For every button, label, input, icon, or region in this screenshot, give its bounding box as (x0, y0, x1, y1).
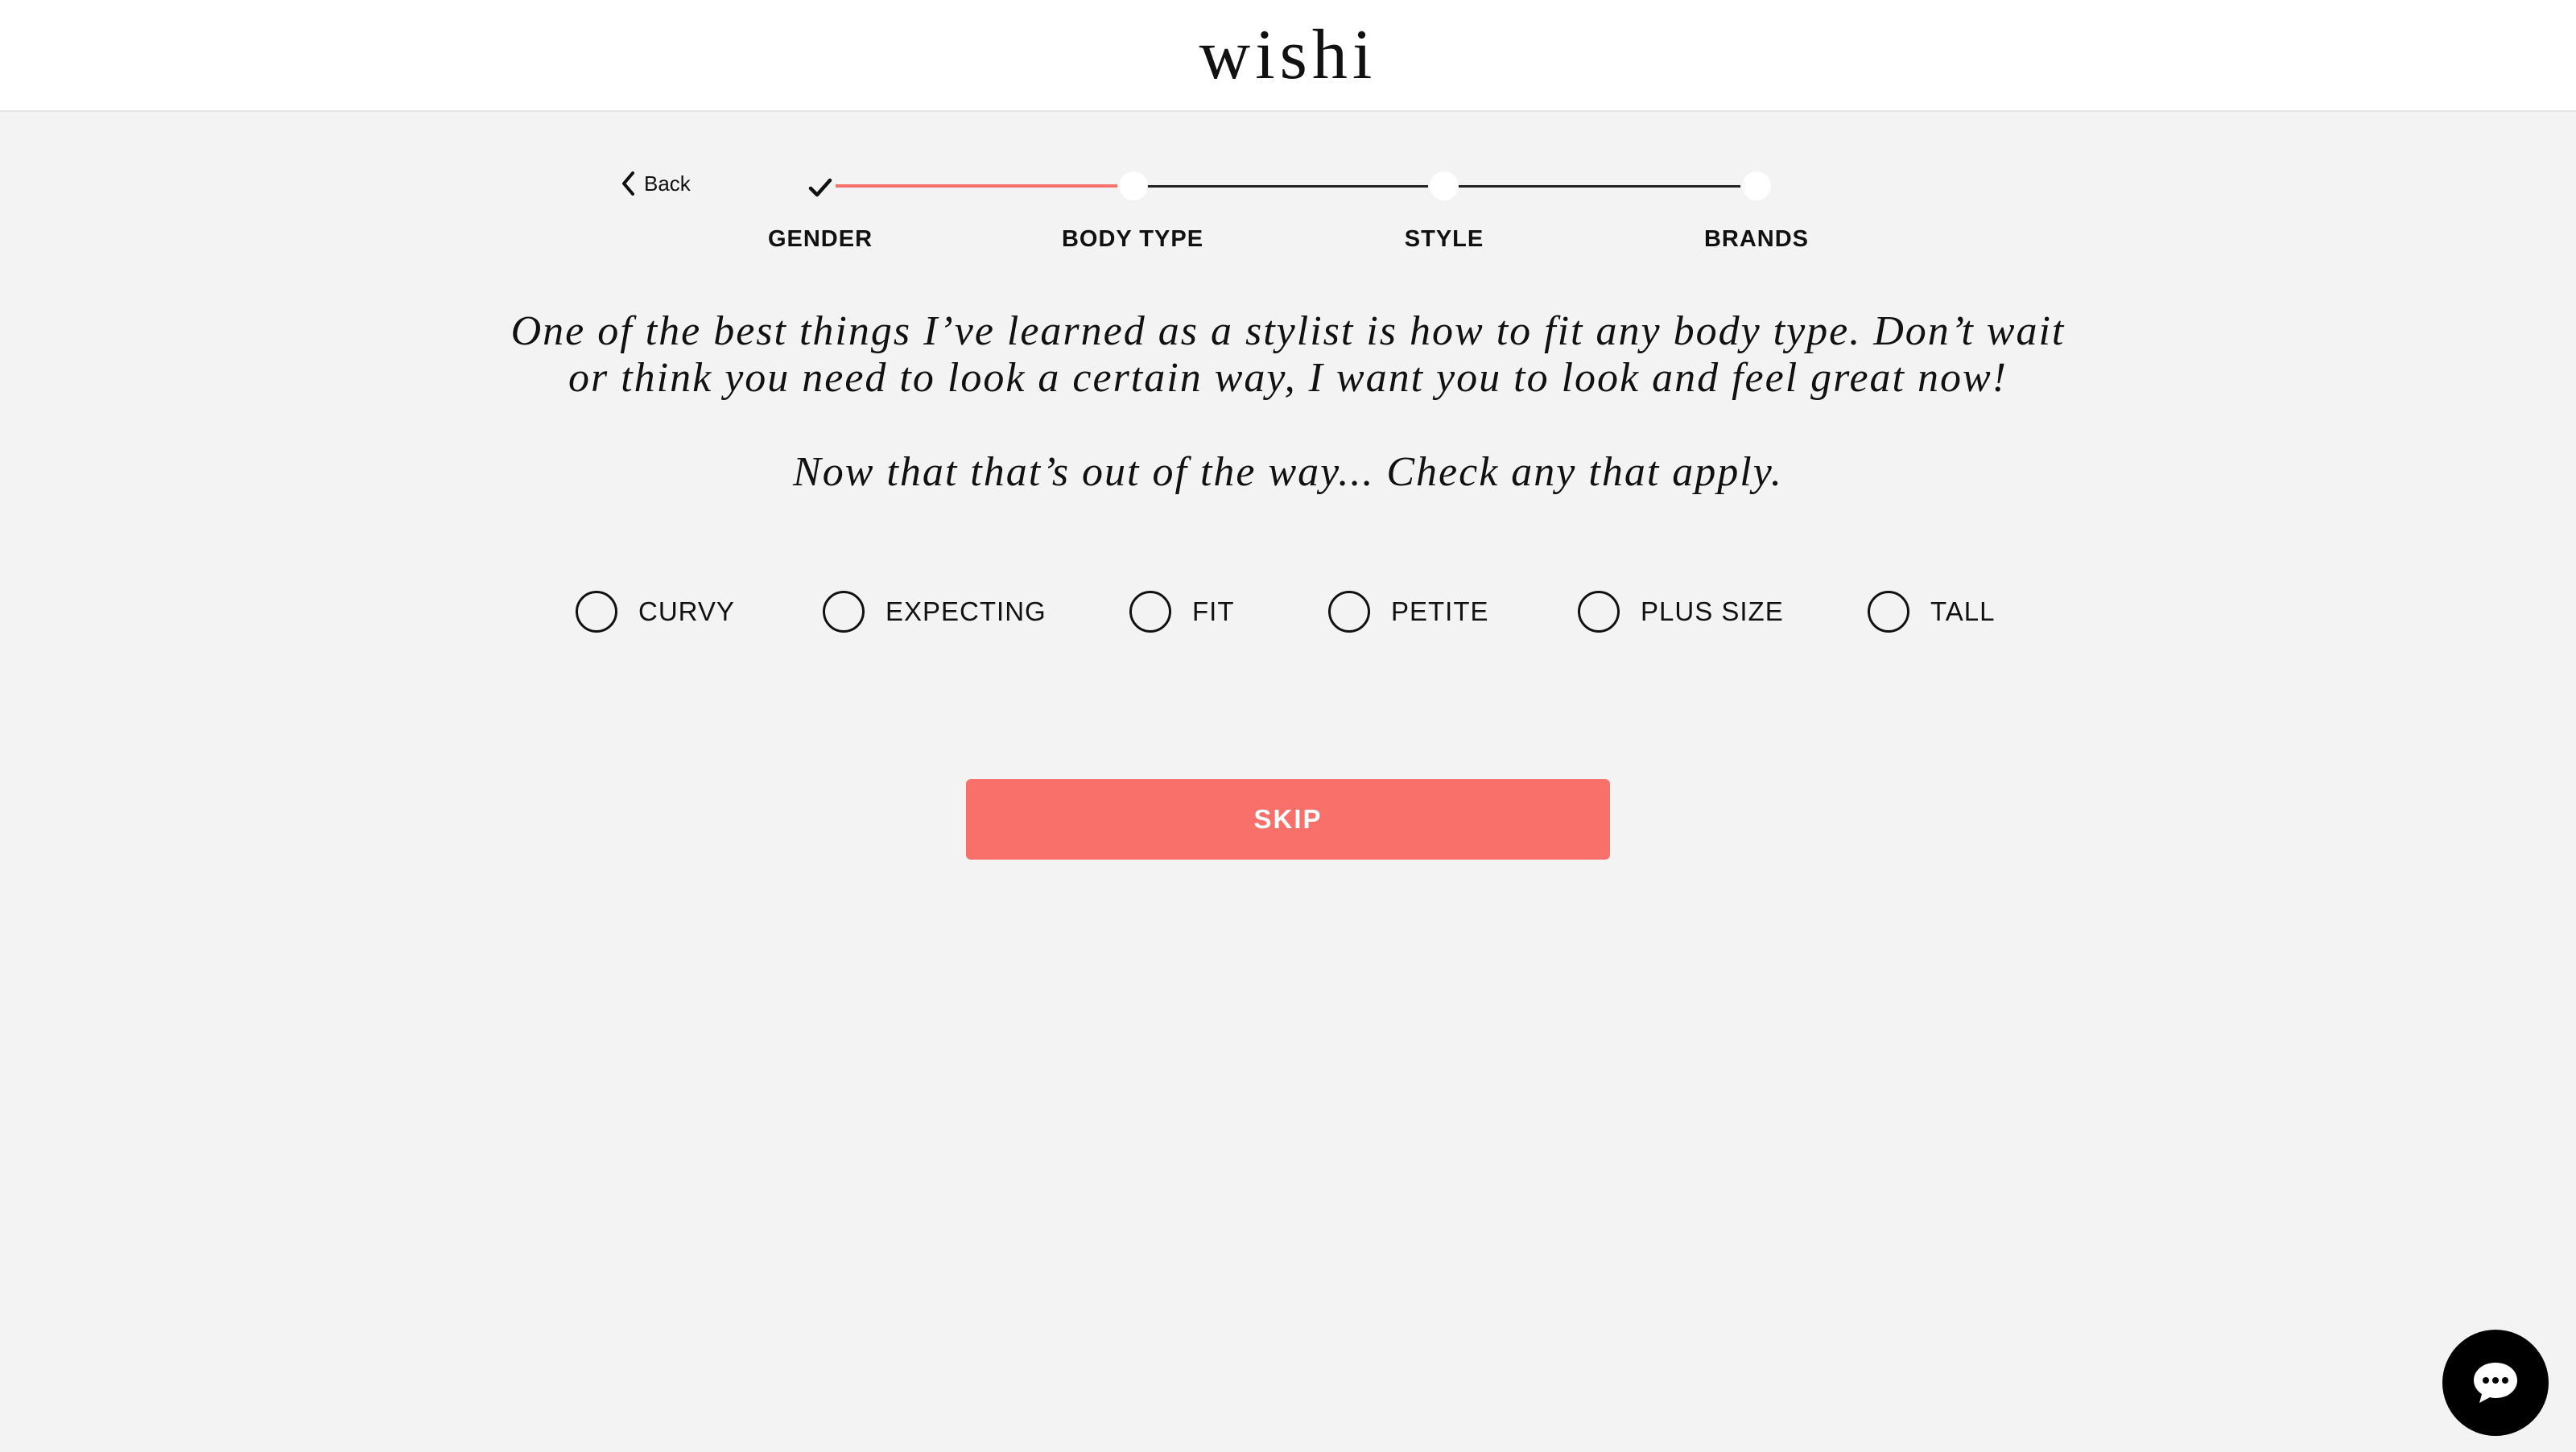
step-label-style: STYLE (1404, 226, 1484, 252)
option-plus-size[interactable]: PLUS SIZE (1578, 590, 1784, 633)
option-label: PLUS SIZE (1641, 596, 1784, 626)
chat-button[interactable] (2442, 1330, 2549, 1436)
radio-circle[interactable] (1129, 591, 1171, 633)
option-tall[interactable]: TALL (1868, 590, 1995, 633)
back-label: Back (644, 171, 691, 196)
radio-circle[interactable] (1578, 591, 1620, 633)
option-fit[interactable]: FIT (1129, 590, 1234, 633)
stepper-line-pending (1135, 185, 1428, 188)
option-curvy[interactable]: CURVY (576, 590, 735, 633)
chat-bubble-icon (2474, 1363, 2517, 1403)
radio-circle[interactable] (1328, 591, 1370, 633)
prompt-text: Now that that’s out of the way... Check … (793, 449, 1783, 495)
step-dot-body-type (1119, 171, 1148, 200)
option-label: CURVY (638, 596, 735, 626)
option-petite[interactable]: PETITE (1328, 590, 1489, 633)
header: wishi (0, 0, 2576, 112)
check-icon (808, 178, 832, 197)
wishi-logo[interactable]: wishi (0, 14, 2576, 96)
step-label-body-type: BODY TYPE (1061, 226, 1204, 252)
step-label-brands: BRANDS (1703, 226, 1810, 252)
radio-circle[interactable] (1868, 591, 1909, 633)
option-label: TALL (1930, 596, 1996, 626)
intro-line-2: or think you need to look a certain way,… (568, 355, 2008, 401)
step-dot-style (1430, 171, 1459, 200)
option-expecting[interactable]: EXPECTING (823, 590, 1046, 633)
stepper-line-completed (836, 184, 1117, 188)
intro-line-1: One of the best things I’ve learned as a… (510, 308, 2066, 354)
step-label-gender: GENDER (767, 226, 873, 252)
intro-text: One of the best things I’ve learned as a… (483, 308, 2093, 402)
back-button[interactable]: Back (620, 166, 691, 201)
chevron-left-icon (622, 171, 634, 196)
step-dot-brands (1742, 171, 1771, 200)
page: wishi Back GENDER BODY TYPE STYLE BRANDS… (0, 0, 2576, 1452)
option-label: EXPECTING (886, 596, 1046, 626)
option-label: FIT (1192, 596, 1235, 626)
stepper-line-pending (1446, 185, 1740, 188)
option-label: PETITE (1391, 596, 1489, 626)
radio-circle[interactable] (823, 591, 865, 633)
skip-button[interactable]: SKIP (966, 779, 1610, 860)
radio-circle[interactable] (576, 591, 617, 633)
